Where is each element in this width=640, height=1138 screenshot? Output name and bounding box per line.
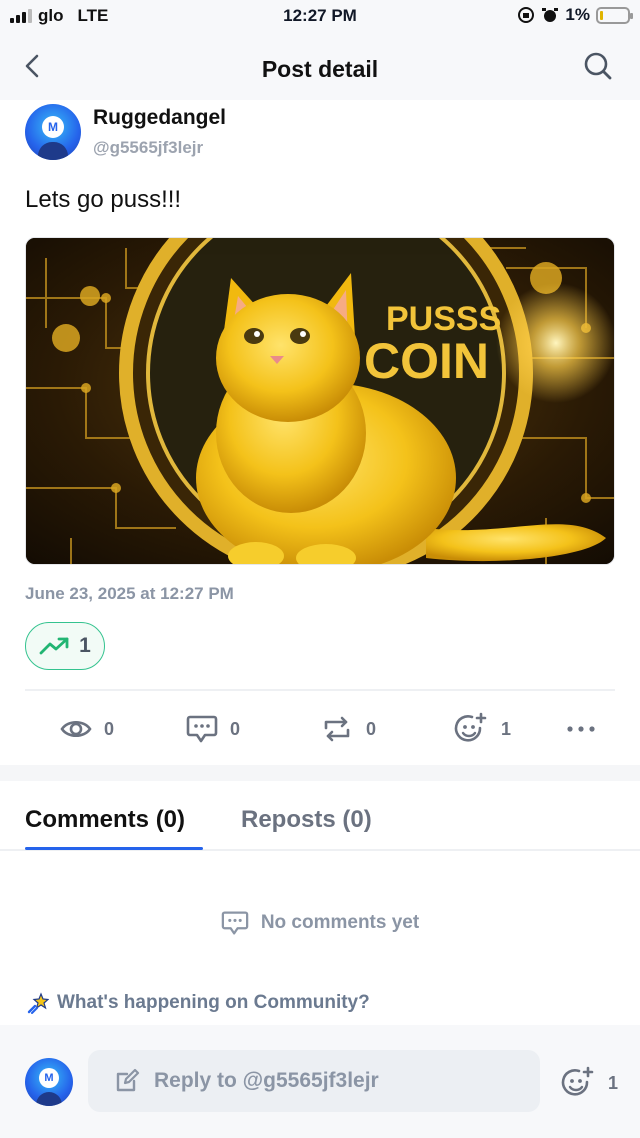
tab-comments[interactable]: Comments (0): [25, 806, 185, 834]
repost-icon: [324, 716, 350, 742]
edit-icon: [116, 1068, 140, 1092]
reposts-count: 0: [366, 718, 377, 739]
add-reaction-icon: [454, 712, 487, 742]
chevron-left-icon: [25, 54, 39, 78]
community-prompt-text: What's happening on Community?: [57, 992, 370, 1013]
reply-reaction-count: 1: [608, 1072, 619, 1093]
comment-icon: [221, 911, 249, 935]
comments-count: 0: [230, 718, 241, 739]
post-actions: 0 0 0 1: [0, 708, 640, 750]
cat-coin-illustration: PUSSS COIN: [26, 238, 614, 564]
active-tab-indicator: [25, 847, 203, 850]
coinmarketcap-logo-icon: M: [39, 1068, 59, 1088]
my-avatar[interactable]: M: [25, 1058, 73, 1106]
post-date: June 23, 2025 at 12:27 PM: [25, 584, 234, 603]
community-prompt[interactable]: What's happening on Community?: [27, 992, 370, 1014]
divider: [25, 689, 615, 691]
add-reaction-icon: [561, 1066, 594, 1096]
svg-text:COIN: COIN: [364, 333, 489, 389]
search-icon: [584, 52, 612, 80]
author-name[interactable]: Ruggedangel: [93, 106, 226, 130]
eye-icon: [60, 720, 92, 738]
search-button[interactable]: [578, 46, 618, 86]
reply-bar: M Reply to @g5565jf3lejr 1: [0, 1025, 640, 1138]
back-button[interactable]: [14, 48, 50, 84]
comments-empty-state: No comments yet: [0, 910, 640, 936]
trend-pill[interactable]: 1: [25, 622, 105, 670]
reactions-count: 1: [501, 718, 512, 739]
page-title: Post detail: [261, 56, 379, 82]
more-horizontal-icon: [567, 726, 595, 732]
views-count: 0: [104, 718, 115, 739]
post-text: Lets go puss!!!: [25, 186, 182, 213]
status-bar: glo LTE 12:27 PM 1%: [0, 0, 640, 34]
author-handle[interactable]: @g5565jf3lejr: [93, 138, 226, 158]
shooting-star-icon: [27, 992, 49, 1014]
react-button[interactable]: 1: [453, 708, 511, 750]
alarm-icon: [542, 8, 559, 22]
avatar[interactable]: M: [25, 104, 81, 160]
post-image[interactable]: PUSSS COIN: [25, 237, 615, 565]
coinmarketcap-logo-icon: M: [42, 116, 64, 138]
status-right: 1%: [517, 5, 633, 25]
nav-bar: Post detail: [0, 34, 640, 100]
post-author[interactable]: M Ruggedangel @g5565jf3lejr: [25, 104, 226, 160]
reply-input[interactable]: Reply to @g5565jf3lejr: [88, 1050, 540, 1112]
trend-count: 1: [79, 634, 91, 657]
comment-button[interactable]: 0: [186, 708, 240, 750]
battery-percent: 1%: [565, 5, 590, 24]
trending-up-icon: [39, 637, 69, 655]
reply-react-button[interactable]: 1: [560, 1065, 618, 1101]
battery-icon: [596, 6, 633, 24]
repost-button[interactable]: 0: [320, 708, 376, 750]
views-button[interactable]: 0: [60, 708, 114, 750]
orientation-lock-icon: [518, 7, 535, 23]
reply-placeholder: Reply to @g5565jf3lejr: [154, 1069, 379, 1092]
section-gap: [0, 765, 640, 781]
tab-reposts[interactable]: Reposts (0): [241, 806, 372, 834]
comment-icon: [186, 715, 218, 743]
more-button[interactable]: [566, 708, 596, 750]
empty-comments-text: No comments yet: [260, 912, 420, 933]
